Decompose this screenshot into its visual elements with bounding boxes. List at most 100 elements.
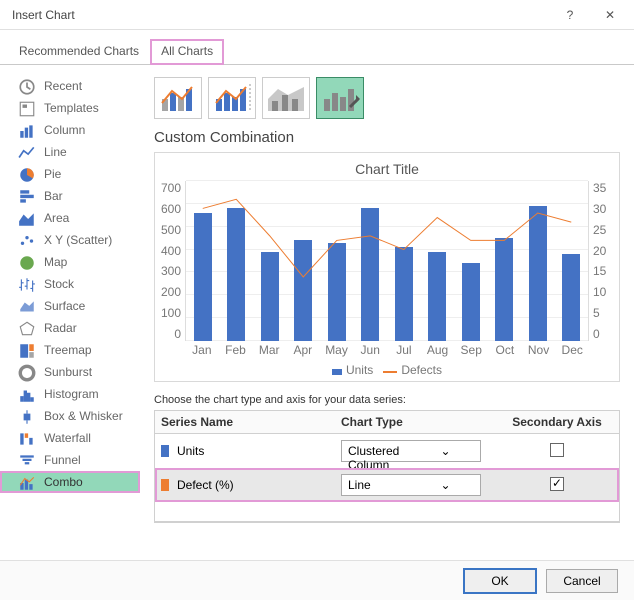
histogram-icon [18, 386, 36, 402]
series-row-units: Units Clustered Column⌄ [155, 434, 619, 468]
sidebar-item-label: Combo [44, 475, 83, 489]
chart-legend: Units Defects [161, 363, 613, 377]
sidebar-item-label: Bar [44, 189, 63, 203]
tab-row: Recommended Charts All Charts [0, 30, 634, 65]
series-name: Defect (%) [177, 478, 234, 492]
window-title: Insert Chart [12, 8, 550, 22]
sidebar-item-surface[interactable]: Surface [0, 295, 140, 317]
sidebar-item-label: Histogram [44, 387, 99, 401]
box-whisker-icon [18, 408, 36, 424]
tab-recommended-charts[interactable]: Recommended Charts [8, 39, 150, 64]
funnel-icon [18, 452, 36, 468]
series-swatch-bar-icon [161, 445, 169, 457]
sidebar-item-templates[interactable]: Templates [0, 97, 140, 119]
sidebar-item-label: Stock [44, 277, 74, 291]
subtype-custom-combination[interactable] [316, 77, 364, 119]
sidebar-item-label: Line [44, 145, 67, 159]
sidebar-item-box-whisker[interactable]: Box & Whisker [0, 405, 140, 427]
series-grid: Series Name Chart Type Secondary Axis Un… [154, 410, 620, 523]
ok-button[interactable]: OK [464, 569, 536, 593]
radar-icon [18, 320, 36, 336]
scatter-icon [18, 232, 36, 248]
sidebar-item-label: Column [44, 123, 85, 137]
sidebar-item-combo[interactable]: Combo [0, 471, 140, 493]
column-icon [18, 122, 36, 138]
sunburst-icon [18, 364, 36, 380]
secondary-axis-checkbox-defect[interactable] [550, 477, 564, 491]
series-type-dropdown-units[interactable]: Clustered Column⌄ [341, 440, 481, 462]
help-button[interactable]: ? [550, 1, 590, 29]
sidebar-item-label: Map [44, 255, 67, 269]
subtype-clustered-column-line[interactable] [154, 77, 202, 119]
sidebar-item-treemap[interactable]: Treemap [0, 339, 140, 361]
line-icon [18, 144, 36, 160]
sidebar-item-funnel[interactable]: Funnel [0, 449, 140, 471]
plot-area [185, 181, 589, 341]
cancel-button[interactable]: Cancel [546, 569, 618, 593]
sidebar-item-radar[interactable]: Radar [0, 317, 140, 339]
secondary-axis-checkbox-units[interactable] [550, 443, 564, 457]
close-button[interactable]: ✕ [590, 1, 630, 29]
col-header-series-name: Series Name [155, 411, 335, 433]
sidebar-item-label: X Y (Scatter) [44, 233, 112, 247]
legend-units: Units [346, 363, 373, 377]
chart-preview: Chart Title 7006005004003002001000 35302… [154, 152, 620, 382]
chart-title: Chart Title [161, 161, 613, 177]
chevron-down-icon: ⌄ [411, 475, 480, 495]
combo-icon [18, 474, 36, 490]
sidebar-item-label: Box & Whisker [44, 409, 123, 423]
chart-category-list: Recent Templates Column Line Pie Bar Are… [0, 65, 140, 585]
x-axis: JanFebMarAprMayJunJulAugSepOctNovDec [185, 343, 589, 357]
sidebar-item-label: Surface [44, 299, 85, 313]
sidebar-item-area[interactable]: Area [0, 207, 140, 229]
sidebar-item-stock[interactable]: Stock [0, 273, 140, 295]
sidebar-item-column[interactable]: Column [0, 119, 140, 141]
dialog-footer: OK Cancel [0, 560, 634, 600]
legend-defects: Defects [401, 363, 442, 377]
series-swatch-line-icon [161, 479, 169, 491]
sidebar-item-scatter[interactable]: X Y (Scatter) [0, 229, 140, 251]
sidebar-item-label: Funnel [44, 453, 81, 467]
sidebar-item-label: Pie [44, 167, 61, 181]
templates-icon [18, 100, 36, 116]
col-header-chart-type: Chart Type [335, 411, 495, 433]
subtype-row [154, 77, 620, 119]
bar-icon [18, 188, 36, 204]
tab-all-charts[interactable]: All Charts [150, 39, 224, 65]
y-axis-primary: 7006005004003002001000 [161, 181, 185, 341]
sidebar-item-sunburst[interactable]: Sunburst [0, 361, 140, 383]
section-title: Custom Combination [154, 129, 620, 146]
sidebar-item-histogram[interactable]: Histogram [0, 383, 140, 405]
series-name: Units [177, 444, 204, 458]
sidebar-item-bar[interactable]: Bar [0, 185, 140, 207]
treemap-icon [18, 342, 36, 358]
surface-icon [18, 298, 36, 314]
sidebar-item-label: Recent [44, 79, 82, 93]
sidebar-item-label: Treemap [44, 343, 92, 357]
sidebar-item-label: Area [44, 211, 69, 225]
sidebar-item-pie[interactable]: Pie [0, 163, 140, 185]
series-instruction: Choose the chart type and axis for your … [154, 394, 620, 406]
sidebar-item-recent[interactable]: Recent [0, 75, 140, 97]
subtype-clustered-column-line-secondary[interactable] [208, 77, 256, 119]
col-header-secondary-axis: Secondary Axis [495, 411, 619, 433]
series-type-dropdown-defect[interactable]: Line⌄ [341, 474, 481, 496]
title-bar: Insert Chart ? ✕ [0, 0, 634, 30]
recent-icon [18, 78, 36, 94]
waterfall-icon [18, 430, 36, 446]
sidebar-item-label: Radar [44, 321, 77, 335]
area-icon [18, 210, 36, 226]
series-row-defect: Defect (%) Line⌄ [155, 468, 619, 502]
chevron-down-icon: ⌄ [411, 441, 480, 461]
sidebar-item-line[interactable]: Line [0, 141, 140, 163]
sidebar-item-label: Templates [44, 101, 99, 115]
sidebar-item-label: Waterfall [44, 431, 91, 445]
stock-icon [18, 276, 36, 292]
pie-icon [18, 166, 36, 182]
map-icon [18, 254, 36, 270]
sidebar-item-waterfall[interactable]: Waterfall [0, 427, 140, 449]
subtype-stacked-area-column[interactable] [262, 77, 310, 119]
sidebar-item-label: Sunburst [44, 365, 92, 379]
sidebar-item-map[interactable]: Map [0, 251, 140, 273]
y-axis-secondary: 35302520151050 [589, 181, 613, 341]
